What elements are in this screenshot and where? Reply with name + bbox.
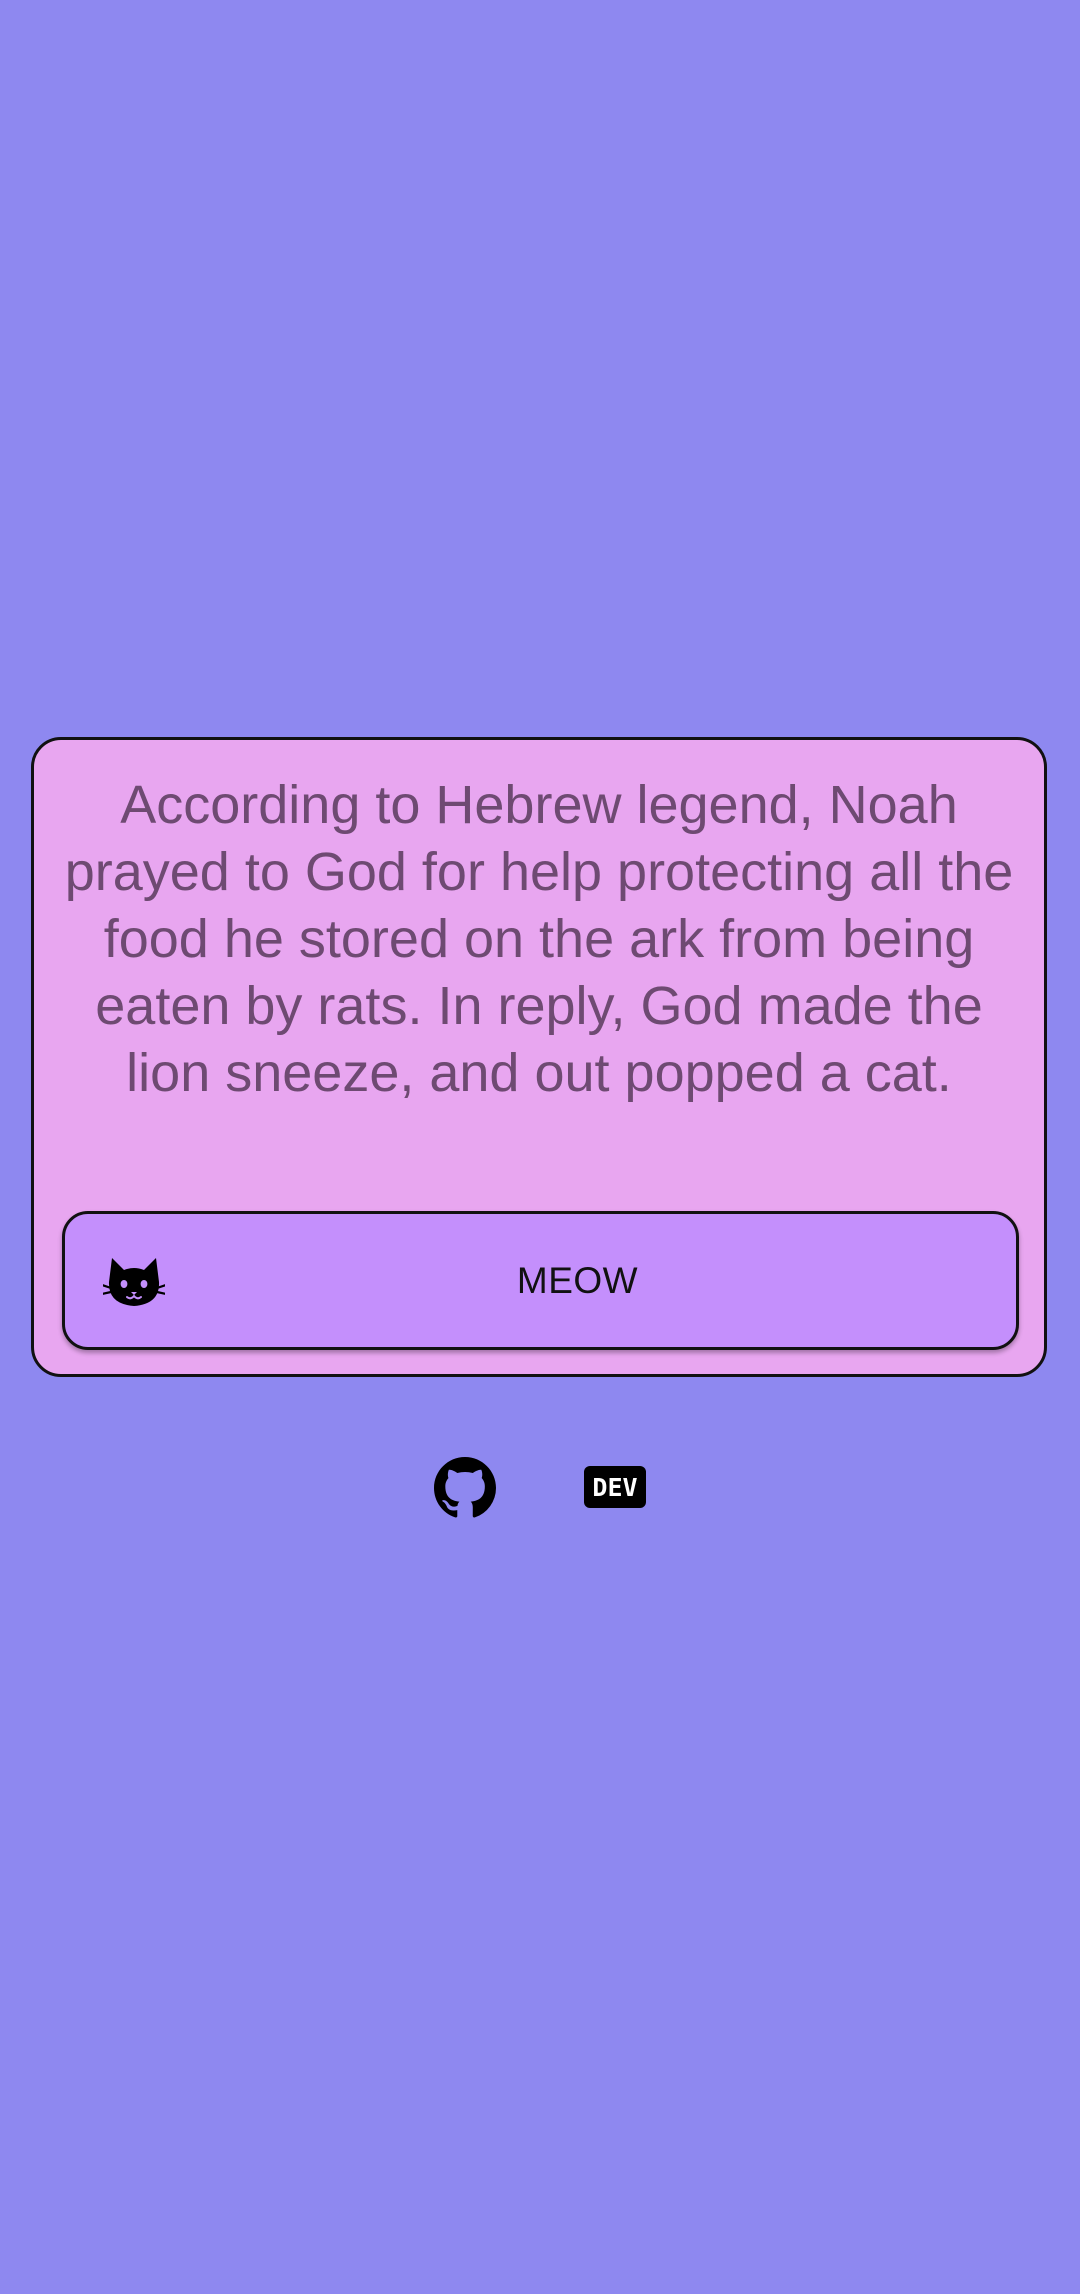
meow-button-label: MEOW [516,1259,639,1301]
dev-icon: DEV [584,1466,646,1508]
github-link[interactable] [434,1457,496,1519]
github-icon [434,1457,496,1523]
cat-fact-text: According to Hebrew legend, Noah prayed … [64,775,1014,1103]
fact-card: According to Hebrew legend, Noah prayed … [31,737,1047,1377]
dev-link[interactable]: DEV [584,1466,646,1508]
meow-button[interactable]: MEOW [62,1211,1019,1350]
